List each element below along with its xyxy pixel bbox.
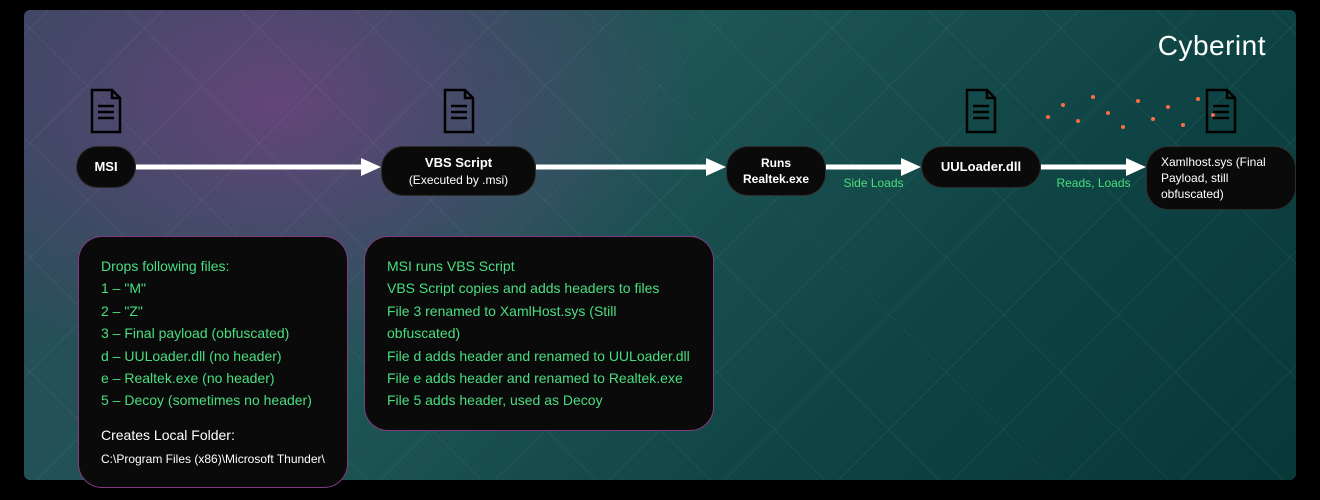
desc-heading: Drops following files: [101,255,325,277]
flow-row: MSI VBS Script (Executed by .msi) Runs R… [76,88,1296,210]
node-label: MSI [94,158,117,176]
node-vbs: VBS Script (Executed by .msi) [381,146,536,196]
node-vbs-col: VBS Script (Executed by .msi) [381,88,536,196]
node-uuloader: UULoader.dll [921,146,1041,188]
node-xamlhost: Xamlhost.sys (Final Payload, still obfus… [1146,146,1296,210]
desc-item: 2 – "Z" [101,300,325,322]
desc-subheading: Creates Local Folder: [101,424,325,446]
node-msi-col: MSI [76,88,136,188]
desc-line: File 3 renamed to XamlHost.sys (Still ob… [387,300,691,345]
desc-line: File 5 adds header, used as Decoy [387,389,691,411]
desc-item: 5 – Decoy (sometimes no header) [101,389,325,411]
node-uuloader-col: UULoader.dll [921,88,1041,188]
arrow-4: Reads, Loads [1041,158,1146,190]
desc-line: VBS Script copies and adds headers to fi… [387,277,691,299]
arrow-2 [536,158,726,176]
arrow-3: Side Loads [826,158,921,190]
node-label: UULoader.dll [941,158,1021,176]
node-msi: MSI [76,146,136,188]
desc-item: 3 – Final payload (obfuscated) [101,322,325,344]
desc-item: 1 – "M" [101,277,325,299]
arrow-label: Reads, Loads [1056,176,1130,190]
description-box-msi: Drops following files: 1 – "M" 2 – "Z" 3… [78,236,348,488]
desc-line: MSI runs VBS Script [387,255,691,277]
diagram-canvas: Cyberint MSI VBS Script (Executed by .ms… [24,10,1296,480]
node-xamlhost-col: Xamlhost.sys (Final Payload, still obfus… [1146,88,1296,210]
node-label: Runs Realtek.exe [743,155,809,187]
file-icon [1203,88,1239,134]
desc-item: e – Realtek.exe (no header) [101,367,325,389]
desc-line: File d adds header and renamed to UULoad… [387,345,691,367]
node-sublabel: (Executed by .msi) [409,172,508,188]
arrow-label: Side Loads [843,176,903,190]
description-box-vbs: MSI runs VBS Script VBS Script copies an… [364,236,714,431]
node-label: Xamlhost.sys (Final Payload, still obfus… [1161,154,1281,203]
node-label: VBS Script [425,154,492,172]
file-icon [441,88,477,134]
desc-path: C:\Program Files (x86)\Microsoft Thunder… [101,450,325,469]
desc-line: File e adds header and renamed to Realte… [387,367,691,389]
node-runs-realtek: Runs Realtek.exe [726,146,826,196]
brand-logo: Cyberint [1158,30,1266,62]
desc-item: d – UULoader.dll (no header) [101,345,325,367]
file-icon [88,88,124,134]
node-runs-col: Runs Realtek.exe [726,88,826,196]
arrow-1 [136,158,381,176]
file-icon [963,88,999,134]
